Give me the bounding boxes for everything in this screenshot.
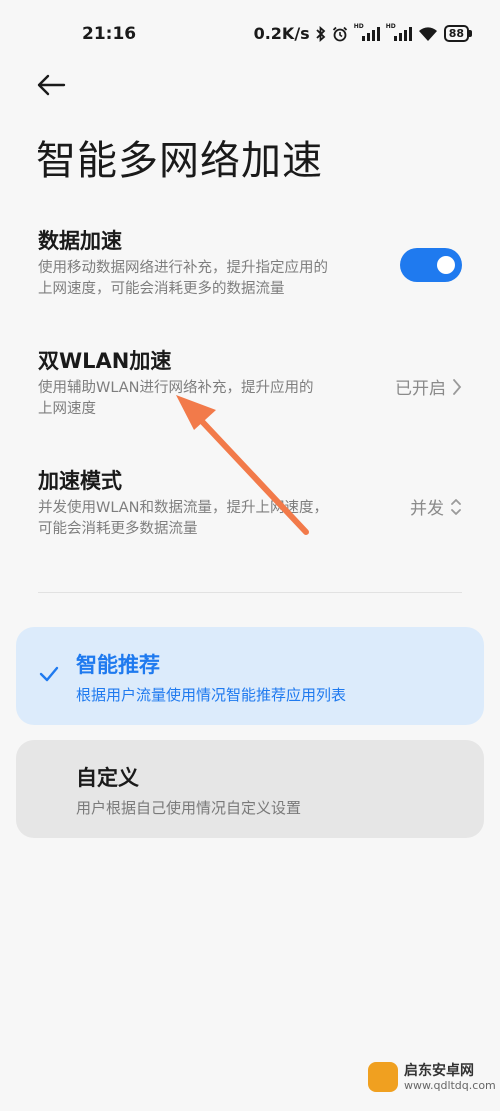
accel-mode-select[interactable]: 并发 [410, 494, 462, 519]
status-time: 21:16 [82, 24, 137, 44]
watermark-name: 启东安卓网 [404, 1062, 474, 1079]
up-down-chevron-icon [451, 498, 461, 515]
watermark-logo-icon [368, 1062, 398, 1092]
wifi-icon [418, 26, 437, 41]
setting-desc: 使用辅助WLAN进行网络补充，提升应用的 上网速度 [38, 378, 378, 420]
setting-data-accel[interactable]: 数据加速 使用移动数据网络进行补充，提升指定应用的 上网速度，可能会消耗更多的数… [38, 226, 383, 300]
setting-desc: 使用移动数据网络进行补充，提升指定应用的 上网速度，可能会消耗更多的数据流量 [38, 258, 383, 300]
option-title: 智能推荐 [76, 653, 160, 677]
status-icons: 0.2K/s HD HD 88 [253, 23, 472, 43]
option-custom[interactable]: 自定义 用户根据自己使用情况自定义设置 [16, 740, 484, 838]
bluetooth-icon [316, 25, 326, 42]
signal-hd-icon: HD [386, 23, 412, 41]
desc-line: 上网速度 [38, 401, 96, 417]
battery-icon: 88 [443, 25, 472, 42]
toggle-knob [437, 256, 455, 274]
setting-title: 双WLAN加速 [38, 349, 172, 373]
desc-line: 上网速度，可能会消耗更多的数据流量 [38, 281, 285, 297]
status-bar: 21:16 0.2K/s HD HD 88 [0, 0, 500, 60]
option-smart-recommend[interactable]: 智能推荐 根据用户流量使用情况智能推荐应用列表 [16, 627, 484, 725]
net-speed: 0.2K/s [253, 24, 310, 43]
option-title: 自定义 [76, 766, 139, 790]
page-title: 智能多网络加速 [36, 138, 323, 184]
check-icon [39, 666, 59, 682]
watermark-text: 启东安卓网 www.qdltdq.com [404, 1063, 496, 1092]
alarm-icon [332, 26, 347, 41]
setting-title: 数据加速 [38, 229, 122, 253]
watermark: 启东安卓网 www.qdltdq.com [368, 1062, 496, 1092]
data-accel-toggle[interactable] [400, 248, 462, 282]
setting-accel-mode[interactable]: 加速模式 并发使用WLAN和数据流量，提升上网速度， 可能会消耗更多数据流量 [38, 466, 388, 540]
option-desc: 根据用户流量使用情况智能推荐应用列表 [76, 686, 347, 704]
desc-line: 使用移动数据网络进行补充，提升指定应用的 [38, 260, 328, 276]
dual-wlan-status: 已开启 [395, 379, 446, 399]
option-desc: 用户根据自己使用情况自定义设置 [76, 799, 302, 817]
desc-line: 使用辅助WLAN进行网络补充，提升应用的 [38, 380, 314, 396]
divider [38, 592, 462, 593]
chevron-right-icon [453, 378, 462, 395]
watermark-url: www.qdltdq.com [404, 1078, 496, 1092]
setting-dual-wlan[interactable]: 双WLAN加速 使用辅助WLAN进行网络补充，提升应用的 上网速度 [38, 346, 378, 420]
dual-wlan-value[interactable]: 已开启 [395, 374, 462, 399]
back-arrow-icon[interactable] [34, 68, 68, 102]
setting-title: 加速模式 [38, 469, 122, 493]
battery-level: 88 [443, 25, 469, 42]
desc-line: 可能会消耗更多数据流量 [38, 521, 198, 537]
desc-line: 并发使用WLAN和数据流量，提升上网速度， [38, 500, 329, 516]
setting-desc: 并发使用WLAN和数据流量，提升上网速度， 可能会消耗更多数据流量 [38, 498, 388, 540]
accel-mode-value: 并发 [410, 499, 444, 519]
signal-hd-icon: HD [354, 23, 380, 41]
